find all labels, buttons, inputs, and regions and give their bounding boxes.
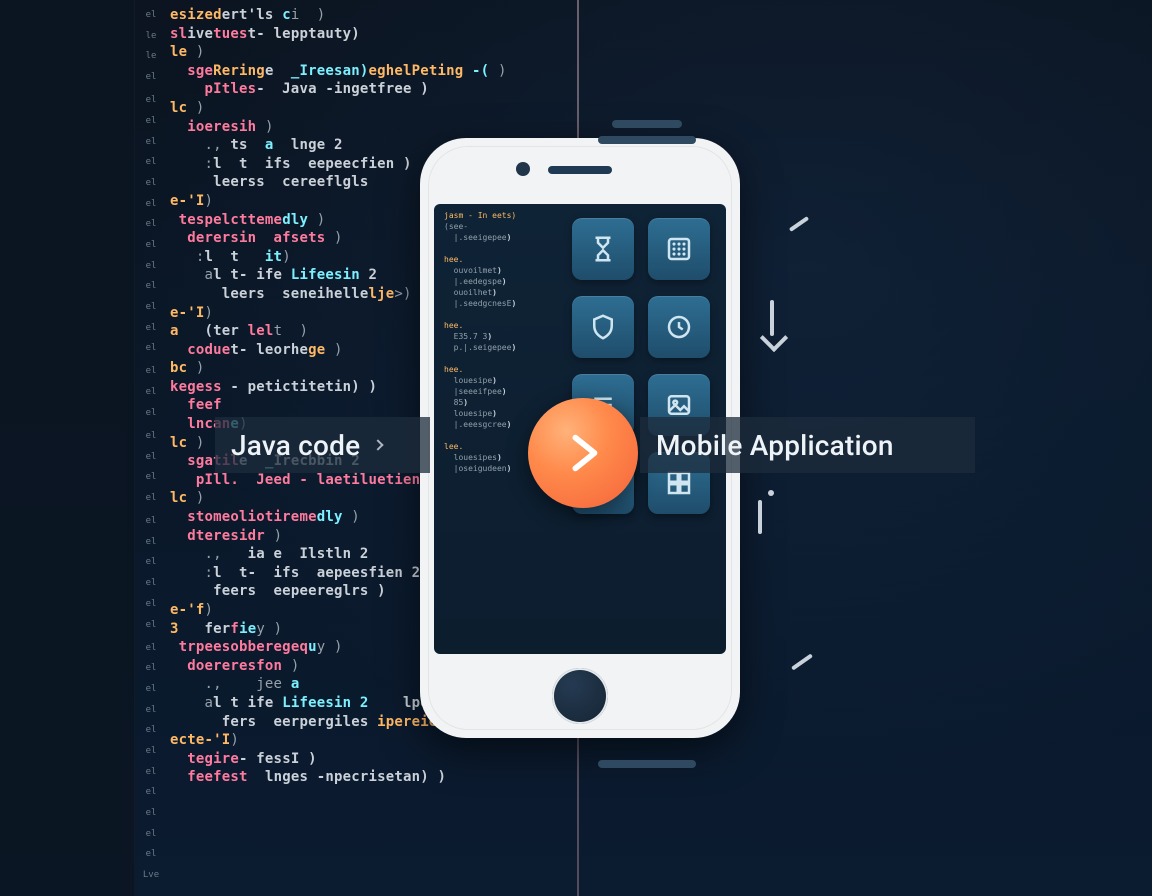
line-number: el bbox=[138, 174, 164, 192]
code-line: tegire- fessI ) bbox=[170, 750, 570, 769]
line-number: el bbox=[138, 153, 164, 171]
line-number: el bbox=[138, 257, 164, 275]
line-number: el bbox=[138, 133, 164, 151]
code-line: sgeReringe _Ireesan)eghelPeting -( ) bbox=[170, 62, 570, 81]
line-number: el bbox=[138, 574, 164, 592]
phone-home-button[interactable] bbox=[552, 668, 608, 724]
line-number: el bbox=[138, 468, 164, 486]
line-number: el bbox=[138, 277, 164, 295]
nav-bar-stub bbox=[598, 760, 696, 768]
line-number: el bbox=[138, 68, 164, 86]
status-bar-stub bbox=[598, 136, 696, 144]
line-number: el bbox=[138, 553, 164, 571]
line-number: el bbox=[138, 339, 164, 357]
line-number: el bbox=[138, 195, 164, 213]
line-number: el bbox=[138, 639, 164, 657]
line-number: le bbox=[138, 47, 164, 65]
label-text: Java code bbox=[231, 429, 360, 462]
line-number: el bbox=[138, 742, 164, 760]
label-java-code: Java code bbox=[215, 417, 430, 473]
line-number: el bbox=[138, 763, 164, 781]
line-number: el bbox=[138, 383, 164, 401]
code-line: esizedert'ls ci ) bbox=[170, 6, 570, 25]
line-number: el bbox=[138, 6, 164, 24]
code-line: ioeresih ) bbox=[170, 118, 570, 137]
line-number: el bbox=[138, 319, 164, 337]
decor-dash bbox=[791, 653, 813, 670]
hourglass-icon bbox=[588, 234, 618, 264]
label-text: Mobile Application bbox=[656, 429, 894, 462]
code-line: slivetuest- lepptauty) bbox=[170, 25, 570, 44]
line-number: el bbox=[138, 825, 164, 843]
line-number: el bbox=[138, 404, 164, 422]
status-bar-stub bbox=[612, 120, 682, 128]
line-number: le bbox=[138, 27, 164, 45]
transform-arrow-button[interactable] bbox=[528, 398, 638, 508]
app-icon-shield[interactable] bbox=[572, 296, 634, 358]
phone-camera bbox=[516, 162, 530, 176]
line-number-gutter: el le le el el el el el el el el el el el el el el el el el… bbox=[138, 0, 164, 896]
arrow-down-icon bbox=[764, 300, 780, 316]
code-line: lc ) bbox=[170, 99, 570, 118]
line-number: el bbox=[138, 680, 164, 698]
decor-dash bbox=[789, 216, 809, 232]
phone-speaker bbox=[548, 166, 612, 174]
code-line: pItles- Java -ingetfree ) bbox=[170, 80, 570, 99]
line-number: el bbox=[138, 512, 164, 530]
code-line: le ) bbox=[170, 43, 570, 62]
app-icon-clock[interactable] bbox=[648, 296, 710, 358]
line-number: el bbox=[138, 489, 164, 507]
line-number: el bbox=[138, 362, 164, 380]
chevron-right-icon bbox=[373, 439, 384, 450]
line-number: el bbox=[138, 845, 164, 863]
label-mobile-app: Mobile Application bbox=[640, 417, 975, 473]
line-number: el bbox=[138, 595, 164, 613]
line-number: el bbox=[138, 783, 164, 801]
app-icon-keypad[interactable] bbox=[648, 218, 710, 280]
line-number: el bbox=[138, 112, 164, 130]
chevron-right-icon bbox=[560, 430, 606, 476]
line-number: el bbox=[138, 721, 164, 739]
decor-dot bbox=[768, 490, 774, 496]
photo-icon bbox=[664, 390, 694, 420]
line-number: el bbox=[138, 448, 164, 466]
line-number: el bbox=[138, 427, 164, 445]
line-number: Lve bbox=[138, 866, 164, 884]
decor-dash bbox=[758, 500, 762, 534]
line-number: el bbox=[138, 298, 164, 316]
left-margin bbox=[0, 0, 135, 896]
line-number: el bbox=[138, 659, 164, 677]
clock-icon bbox=[664, 312, 694, 342]
line-number: el bbox=[138, 91, 164, 109]
line-number: el bbox=[138, 236, 164, 254]
shield-icon bbox=[588, 312, 618, 342]
code-line: feefest lnges -npecrisetan) ) bbox=[170, 768, 570, 787]
line-number: el bbox=[138, 701, 164, 719]
keypad-icon bbox=[664, 234, 694, 264]
line-number: el bbox=[138, 616, 164, 634]
app-icon-hourglass[interactable] bbox=[572, 218, 634, 280]
line-number: el bbox=[138, 804, 164, 822]
line-number: el bbox=[138, 533, 164, 551]
line-number: el bbox=[138, 215, 164, 233]
